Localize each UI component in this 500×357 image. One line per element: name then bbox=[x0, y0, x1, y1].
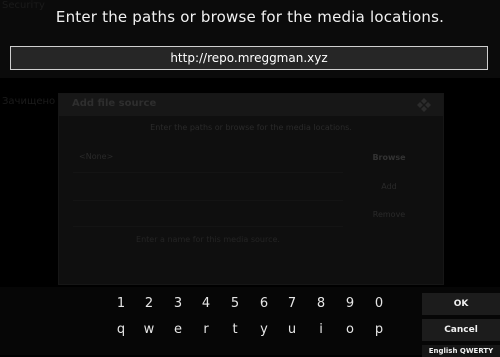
key-y[interactable]: y bbox=[252, 319, 276, 341]
key-6[interactable]: 6 bbox=[252, 293, 276, 315]
key-7[interactable]: 7 bbox=[280, 293, 304, 315]
key-1[interactable]: 1 bbox=[109, 293, 133, 315]
key-w[interactable]: w bbox=[137, 319, 161, 341]
key-3[interactable]: 3 bbox=[166, 293, 190, 315]
key-4[interactable]: 4 bbox=[194, 293, 218, 315]
keyboard-layout-button[interactable]: English QWERTY bbox=[422, 345, 500, 357]
key-2[interactable]: 2 bbox=[137, 293, 161, 315]
key-o[interactable]: o bbox=[338, 319, 362, 341]
key-5[interactable]: 5 bbox=[223, 293, 247, 315]
url-input[interactable]: http://repo.mreggman.xyz bbox=[10, 46, 488, 70]
key-u[interactable]: u bbox=[280, 319, 304, 341]
divider bbox=[73, 200, 343, 201]
dialog-subtitle: Enter the paths or browse for the media … bbox=[150, 123, 352, 132]
key-t[interactable]: t bbox=[223, 319, 247, 341]
background-hint-mid: Зачищено bbox=[2, 96, 56, 107]
kodi-logo-icon bbox=[417, 97, 431, 112]
add-source-dialog: Add file source Enter the paths or brows… bbox=[58, 93, 444, 285]
key-8[interactable]: 8 bbox=[309, 293, 333, 315]
divider bbox=[73, 172, 343, 173]
divider bbox=[73, 226, 343, 227]
browse-button[interactable]: Browse bbox=[359, 149, 419, 167]
url-input-value: http://repo.mreggman.xyz bbox=[170, 51, 328, 65]
key-r[interactable]: r bbox=[194, 319, 218, 341]
add-button[interactable]: Add bbox=[359, 178, 419, 196]
remove-button[interactable]: Remove bbox=[359, 206, 419, 224]
dialog-name-hint[interactable]: Enter a name for this media source. bbox=[73, 235, 343, 244]
dialog-title: Add file source bbox=[72, 98, 157, 109]
key-q[interactable]: q bbox=[109, 319, 133, 341]
key-i[interactable]: i bbox=[309, 319, 333, 341]
key-e[interactable]: e bbox=[166, 319, 190, 341]
dialog-header: Add file source bbox=[59, 94, 443, 116]
dialog-path-field[interactable]: <None> bbox=[73, 149, 349, 164]
keyboard-prompt: Enter the paths or browse for the media … bbox=[55, 8, 445, 26]
key-9[interactable]: 9 bbox=[338, 293, 362, 315]
ok-button[interactable]: OK bbox=[422, 293, 500, 315]
cancel-button[interactable]: Cancel bbox=[422, 319, 500, 341]
key-0[interactable]: 0 bbox=[367, 293, 391, 315]
key-p[interactable]: p bbox=[367, 319, 391, 341]
